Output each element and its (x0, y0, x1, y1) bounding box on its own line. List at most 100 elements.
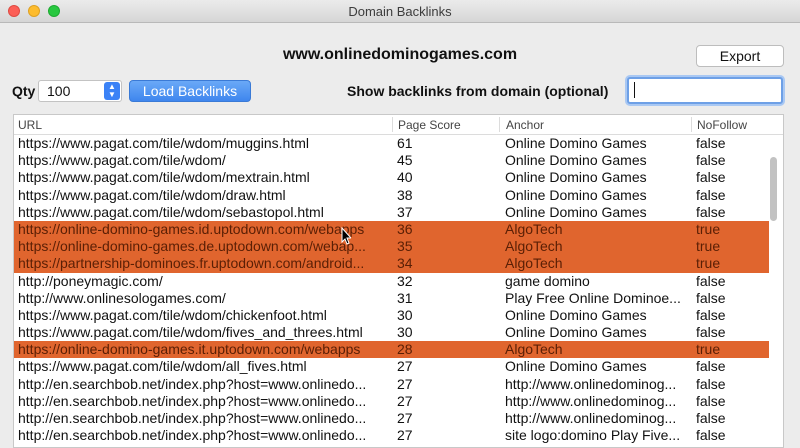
column-divider (499, 117, 500, 132)
table-row[interactable]: https://www.pagat.com/tile/wdom/muggins.… (14, 135, 769, 152)
column-divider (691, 117, 692, 132)
anchor-cell: AlgoTech (505, 341, 563, 358)
nofollow-cell: false (696, 375, 726, 392)
url-cell: https://www.pagat.com/tile/wdom/mextrain… (18, 169, 310, 186)
qty-stepper-icon[interactable]: ▲ ▼ (104, 82, 120, 100)
nofollow-cell: false (696, 410, 726, 426)
nofollow-cell: false (696, 358, 726, 375)
page-score-cell: 37 (397, 203, 413, 220)
nofollow-cell: false (696, 152, 726, 169)
url-cell: http://www.onlinesologames.com/ (18, 289, 226, 306)
nofollow-cell: false (696, 324, 726, 341)
table-row[interactable]: https://partnership-dominoes.fr.uptodown… (14, 255, 769, 273)
table-row[interactable]: http://www.onlinesologames.com/31 Play Fr… (14, 290, 769, 307)
text-caret (634, 82, 635, 98)
nofollow-cell: false (696, 186, 726, 203)
column-header-anchor[interactable]: Anchor (506, 118, 544, 132)
url-cell: http://en.searchbob.net/index.php?host=w… (18, 375, 367, 392)
table-row[interactable]: http://en.searchbob.net/index.php?host=w… (14, 427, 769, 444)
anchor-cell: Online Domino Games (505, 186, 647, 203)
vertical-scrollbar[interactable] (769, 135, 781, 447)
nofollow-cell: false (696, 427, 726, 444)
column-header-page-score[interactable]: Page Score (398, 118, 461, 132)
table-row[interactable]: http://poneymagic.com/32 game domino false (14, 273, 769, 290)
table-row[interactable]: https://online-domino-games.it.uptodown.… (14, 341, 769, 359)
url-cell: http://en.searchbob.net/index.php?host=w… (18, 427, 367, 444)
page-score-cell: 27 (397, 427, 413, 444)
table-row[interactable]: https://www.pagat.com/tile/wdom/sebastop… (14, 204, 769, 221)
nofollow-cell: false (696, 306, 726, 323)
page-score-cell: 34 (397, 255, 413, 272)
domain-filter-label: Show backlinks from domain (optional) (347, 83, 609, 99)
anchor-cell: Online Domino Games (505, 152, 647, 169)
column-header-nofollow[interactable]: NoFollow (697, 118, 747, 132)
table-row[interactable]: https://www.pagat.com/tile/wdom/draw.htm… (14, 187, 769, 204)
qty-input[interactable]: 100 ▲ ▼ (38, 80, 122, 102)
table-row[interactable]: https://www.pagat.com/tile/wdom/chickenf… (14, 307, 769, 324)
backlinks-table[interactable]: URL Page Score Anchor NoFollow https://w… (13, 114, 784, 448)
table-header: URL Page Score Anchor NoFollow (14, 115, 783, 135)
url-cell: https://www.pagat.com/tile/wdom/ (18, 152, 226, 169)
page-score-cell: 36 (397, 220, 413, 237)
table-row[interactable]: https://www.pagat.com/tile/wdom/fives_an… (14, 324, 769, 341)
anchor-cell: Online Domino Games (505, 135, 647, 151)
page-score-cell: 32 (397, 272, 413, 289)
table-row[interactable]: http://en.searchbob.net/index.php?host=w… (14, 393, 769, 410)
table-row[interactable]: http://en.searchbob.net/index.php?host=w… (14, 376, 769, 393)
column-header-url[interactable]: URL (18, 118, 42, 132)
scrollbar-thumb[interactable] (770, 157, 777, 221)
anchor-cell: http://www.onlinedominog... (505, 375, 677, 392)
url-cell: https://online-domino-games.de.uptodown.… (18, 238, 366, 255)
page-score-cell: 27 (397, 392, 413, 409)
anchor-cell: AlgoTech (505, 255, 563, 272)
page-score-cell: 45 (397, 152, 413, 169)
table-row[interactable]: https://www.pagat.com/tile/wdom/all_five… (14, 358, 769, 375)
nofollow-cell: true (696, 238, 721, 255)
qty-value: 100 (47, 83, 71, 99)
domain-filter-input[interactable] (627, 77, 783, 104)
column-divider (392, 117, 393, 132)
url-cell: http://en.searchbob.net/index.php?host=w… (18, 410, 367, 426)
url-cell: https://www.pagat.com/tile/wdom/muggins.… (18, 135, 310, 151)
url-cell: https://online-domino-games.it.uptodown.… (18, 341, 361, 358)
nofollow-cell: true (696, 220, 721, 237)
url-cell: https://www.pagat.com/tile/wdom/sebastop… (18, 203, 324, 220)
anchor-cell: http://www.onlinedominog... (505, 410, 677, 426)
table-body: https://www.pagat.com/tile/wdom/muggins.… (14, 135, 769, 444)
page-score-cell: 30 (397, 306, 413, 323)
nofollow-cell: true (696, 255, 721, 272)
anchor-cell: http://www.onlinedominog... (505, 392, 677, 409)
nofollow-cell: false (696, 392, 726, 409)
url-cell: https://www.pagat.com/tile/wdom/draw.htm… (18, 186, 286, 203)
url-cell: http://en.searchbob.net/index.php?host=w… (18, 392, 367, 409)
table-row[interactable]: https://online-domino-games.id.uptodown.… (14, 220, 769, 239)
url-cell: https://www.pagat.com/tile/wdom/chickenf… (18, 306, 327, 323)
table-row[interactable]: https://www.pagat.com/tile/wdom/45 Online… (14, 152, 769, 169)
qty-label: Qty (12, 83, 36, 99)
nofollow-cell: true (696, 341, 721, 358)
anchor-cell: game domino (505, 272, 590, 289)
page-score-cell: 30 (397, 324, 413, 341)
mouse-pointer-icon (341, 227, 351, 245)
table-row[interactable]: https://www.pagat.com/tile/wdom/mextrain… (14, 169, 769, 186)
anchor-cell: Online Domino Games (505, 203, 647, 220)
nofollow-cell: false (696, 135, 726, 151)
anchor-cell: Play Free Online Dominoe... (505, 289, 681, 306)
title-bar[interactable]: Domain Backlinks (0, 0, 800, 23)
page-score-cell: 27 (397, 358, 413, 375)
url-cell: https://www.pagat.com/tile/wdom/all_five… (18, 358, 307, 375)
page-score-cell: 27 (397, 410, 413, 426)
page-score-cell: 40 (397, 169, 413, 186)
table-row[interactable]: https://online-domino-games.de.uptodown.… (14, 238, 769, 256)
url-cell: http://poneymagic.com/ (18, 272, 163, 289)
window-title: Domain Backlinks (348, 4, 452, 19)
export-button[interactable]: Export (696, 45, 784, 67)
anchor-cell: Online Domino Games (505, 306, 647, 323)
load-backlinks-button[interactable]: Load Backlinks (129, 80, 251, 102)
nofollow-cell: false (696, 203, 726, 220)
anchor-cell: AlgoTech (505, 238, 563, 255)
anchor-cell: AlgoTech (505, 220, 563, 237)
table-row[interactable]: http://en.searchbob.net/index.php?host=w… (14, 410, 769, 427)
domain-heading: www.onlinedominogames.com (282, 46, 518, 63)
page-score-cell: 28 (397, 341, 413, 358)
